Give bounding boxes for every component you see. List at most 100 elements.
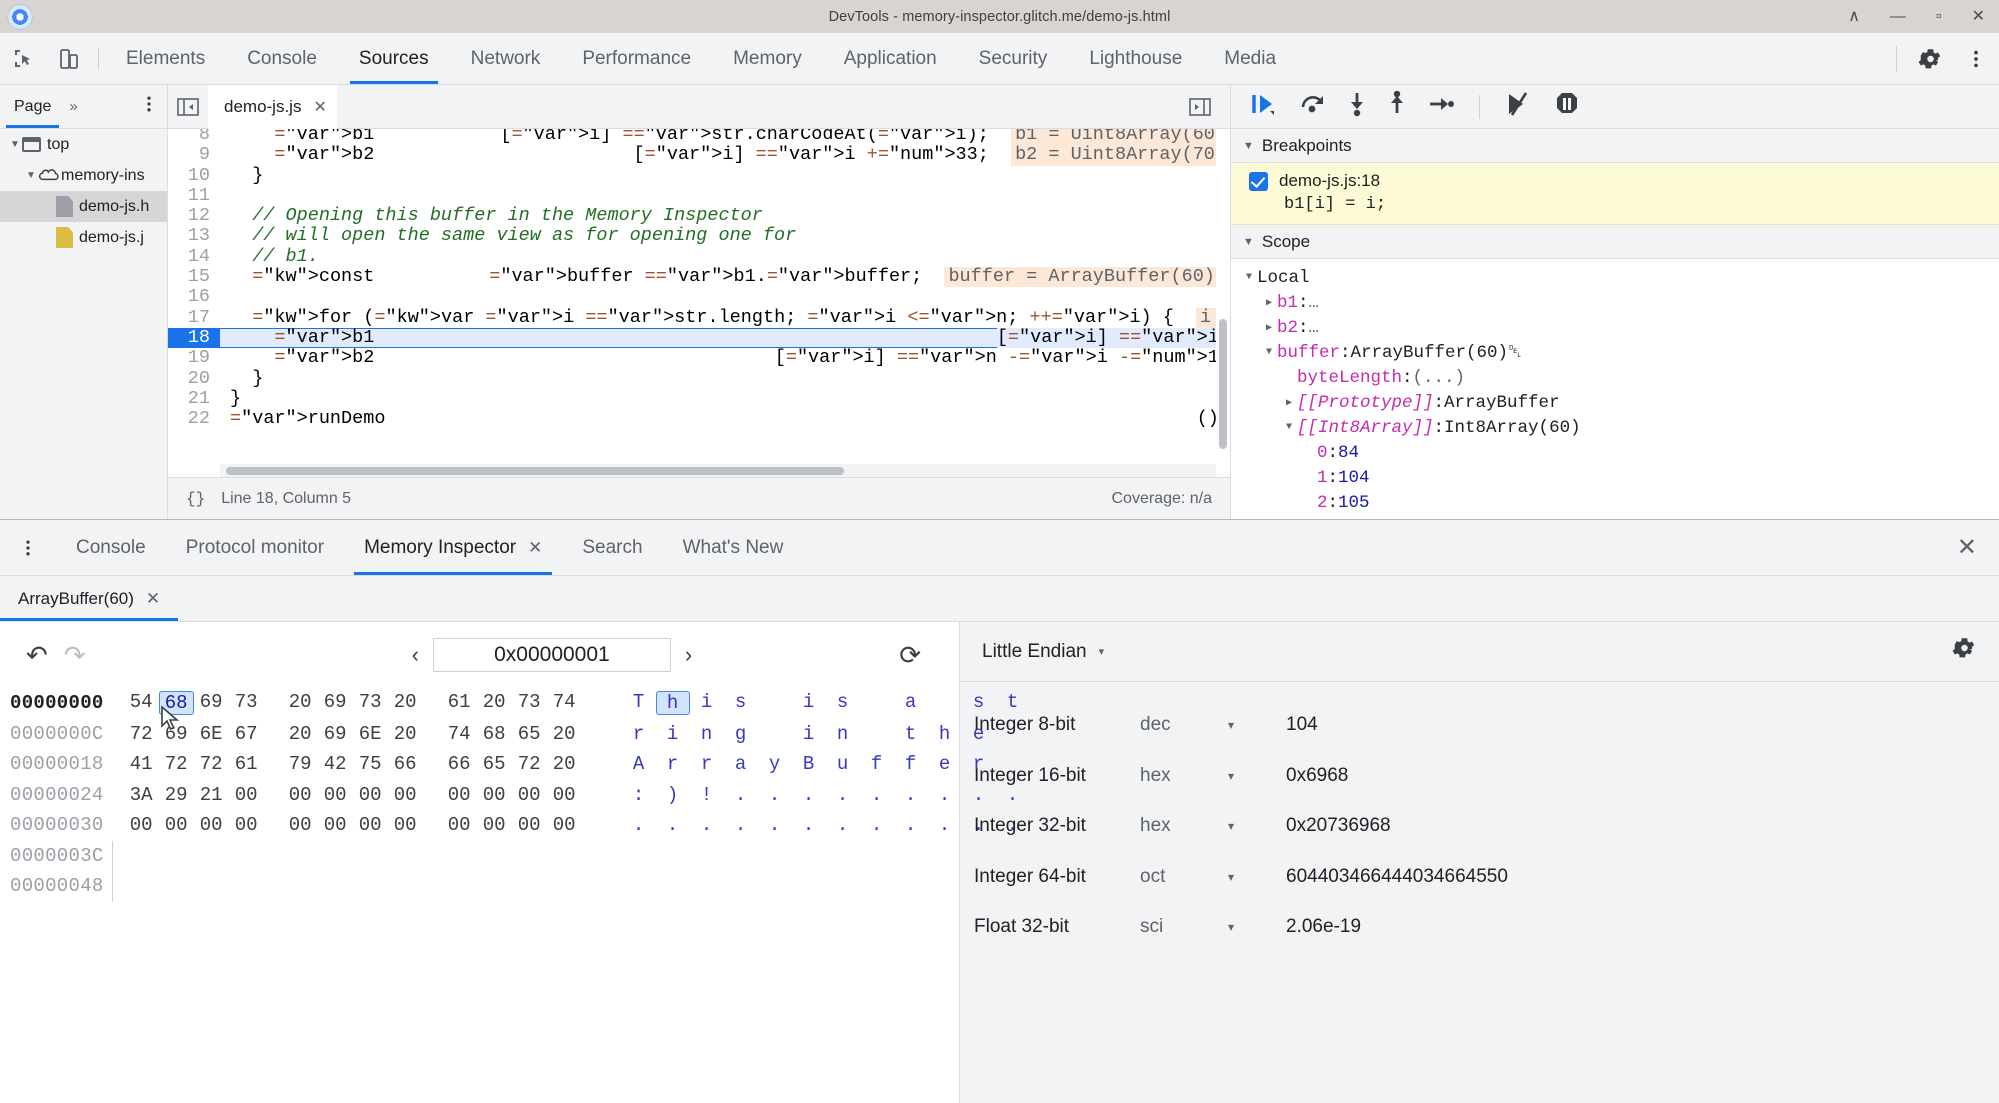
step-over-icon[interactable] bbox=[1299, 91, 1327, 122]
scope-row[interactable]: byteLength: (...) bbox=[1231, 365, 1999, 390]
drawer-tab-whats-new[interactable]: What's New bbox=[663, 521, 804, 575]
hex-byte[interactable]: 66 bbox=[442, 753, 477, 775]
ascii-char[interactable]: s bbox=[826, 691, 860, 715]
close-icon[interactable]: ✕ bbox=[528, 521, 542, 575]
hex-byte[interactable]: 00 bbox=[229, 814, 264, 836]
tree-item-memory-inspector[interactable]: ▼ memory-ins bbox=[0, 160, 167, 191]
ascii-char[interactable]: A bbox=[622, 753, 656, 775]
ascii-char[interactable]: . bbox=[656, 814, 690, 836]
ascii-char[interactable]: e bbox=[962, 723, 996, 745]
ascii-char[interactable]: . bbox=[792, 784, 826, 806]
maximize-button[interactable]: ▫ bbox=[1936, 8, 1942, 25]
value-mode-label[interactable]: hex bbox=[1140, 815, 1228, 837]
hex-byte[interactable]: 00 bbox=[318, 784, 353, 806]
drawer-menu-icon[interactable] bbox=[0, 537, 56, 559]
ascii-char[interactable]: : bbox=[622, 784, 656, 806]
ascii-char[interactable]: s bbox=[724, 691, 758, 715]
hex-byte[interactable]: 20 bbox=[283, 691, 318, 715]
hex-byte[interactable]: 20 bbox=[547, 753, 582, 775]
hex-byte[interactable]: 65 bbox=[512, 723, 547, 745]
endianness-selector[interactable]: Little Endian ▾ bbox=[982, 641, 1104, 663]
chevron-down-icon[interactable]: ▾ bbox=[1228, 718, 1286, 732]
line-source[interactable]: ="var">b1 bbox=[220, 129, 500, 145]
ascii-char[interactable]: h bbox=[655, 691, 690, 716]
hex-byte[interactable]: 00 bbox=[388, 814, 423, 836]
hex-byte[interactable]: 00 bbox=[442, 814, 477, 836]
more-options-icon[interactable] bbox=[1953, 48, 1999, 70]
hex-byte[interactable]: 6E bbox=[194, 723, 229, 745]
tab-lighthouse[interactable]: Lighthouse bbox=[1068, 33, 1203, 84]
scope-row[interactable]: ▶ [[Prototype]]: ArrayBuffer bbox=[1231, 390, 1999, 415]
ascii-char[interactable]: t bbox=[996, 691, 1030, 715]
tab-application[interactable]: Application bbox=[823, 33, 958, 84]
twisty-icon[interactable]: ▼ bbox=[24, 170, 38, 181]
step-into-icon[interactable] bbox=[1347, 91, 1367, 122]
pretty-print-icon[interactable]: {} bbox=[186, 490, 205, 508]
line-source[interactable]: ="var">b2 bbox=[220, 347, 775, 368]
ascii-char[interactable] bbox=[758, 723, 792, 745]
minimize-button[interactable]: — bbox=[1890, 8, 1906, 25]
scope-row[interactable]: 1: 104 bbox=[1231, 465, 1999, 490]
twisty-icon[interactable]: ▶ bbox=[1281, 397, 1297, 409]
ascii-char[interactable]: s bbox=[962, 691, 996, 715]
chevron-down-icon[interactable]: ▾ bbox=[1228, 769, 1286, 783]
ascii-char[interactable]: r bbox=[622, 723, 656, 745]
scope-row[interactable]: ▼ [[Int8Array]]: Int8Array(60) bbox=[1231, 415, 1999, 440]
hex-byte[interactable]: 72 bbox=[159, 753, 194, 775]
twisty-icon[interactable]: ▼ bbox=[1241, 272, 1257, 283]
twisty-icon[interactable]: ▼ bbox=[1243, 140, 1254, 152]
hex-byte[interactable]: 29 bbox=[159, 784, 194, 806]
tab-media[interactable]: Media bbox=[1203, 33, 1297, 84]
line-source[interactable]: ="kw">for bbox=[220, 307, 352, 328]
ascii-char[interactable] bbox=[996, 753, 1030, 775]
ascii-char[interactable]: . bbox=[928, 784, 962, 806]
hex-byte[interactable]: 69 bbox=[318, 723, 353, 745]
ascii-char[interactable]: e bbox=[928, 753, 962, 775]
line-source[interactable]: // b1. bbox=[220, 246, 1230, 267]
line-number[interactable]: 21 bbox=[168, 388, 220, 409]
ascii-char[interactable]: B bbox=[792, 753, 826, 775]
memory-icon[interactable]: ␡ bbox=[1508, 342, 1522, 363]
breakpoints-section-header[interactable]: ▼ Breakpoints bbox=[1231, 129, 1999, 163]
hex-byte[interactable]: 00 bbox=[477, 814, 512, 836]
line-source[interactable]: ="kw">const bbox=[220, 266, 489, 287]
code-line[interactable]: 16 bbox=[168, 287, 1230, 308]
hex-byte[interactable]: 00 bbox=[283, 784, 318, 806]
hex-byte[interactable]: 6E bbox=[353, 723, 388, 745]
hex-byte[interactable]: 00 bbox=[124, 814, 159, 836]
code-line[interactable]: 18 ="var">b1[= "var">i] = = "var">i; bbox=[168, 327, 1230, 349]
code-line[interactable]: 22 ="var">runDemo (); bbox=[168, 408, 1230, 429]
line-number[interactable]: 18 bbox=[168, 327, 220, 349]
tree-item-top[interactable]: ▼ top bbox=[0, 129, 167, 160]
line-number[interactable]: 11 bbox=[168, 185, 220, 206]
tree-item-demo-js-html[interactable]: demo-js.h bbox=[0, 191, 167, 222]
hex-byte[interactable]: 00 bbox=[353, 784, 388, 806]
line-number[interactable]: 10 bbox=[168, 165, 220, 186]
tab-memory[interactable]: Memory bbox=[712, 33, 823, 84]
hex-byte[interactable]: 61 bbox=[442, 691, 477, 715]
scope-section-header[interactable]: ▼ Scope bbox=[1231, 225, 1999, 259]
scope-row[interactable]: ▶ b2: … bbox=[1231, 315, 1999, 340]
ascii-char[interactable] bbox=[758, 691, 792, 715]
tab-sources[interactable]: Sources bbox=[338, 33, 450, 84]
hex-byte[interactable]: 20 bbox=[388, 723, 423, 745]
step-out-icon[interactable] bbox=[1387, 90, 1407, 122]
ascii-char[interactable]: h bbox=[928, 723, 962, 745]
ascii-char[interactable]: i bbox=[792, 723, 826, 745]
chevron-down-icon[interactable]: ▾ bbox=[1228, 920, 1286, 934]
breakpoint-checkbox[interactable] bbox=[1249, 171, 1268, 191]
previous-page-button[interactable]: ‹ bbox=[412, 642, 419, 668]
line-number[interactable]: 12 bbox=[168, 205, 220, 226]
ascii-char[interactable]: a bbox=[894, 691, 928, 715]
ascii-char[interactable]: i bbox=[690, 691, 724, 715]
line-source[interactable] bbox=[220, 287, 1230, 307]
code-line[interactable]: 17 ="kw">for (= "kw">var = "var">i = = "var… bbox=[168, 307, 1230, 328]
line-number[interactable]: 22 bbox=[168, 408, 220, 429]
redo-icon[interactable]: ↷ bbox=[56, 640, 94, 671]
ascii-char[interactable]: . bbox=[928, 814, 962, 836]
line-number[interactable]: 8 bbox=[168, 129, 220, 145]
code-editor[interactable]: 8 ="var">b1[= "var">i] = = "var">str.charC… bbox=[168, 129, 1230, 477]
scope-tree[interactable]: ▼ Local ▶ b1: … ▶ b2: … ▼ buffer: ArrayBuffer(6… bbox=[1231, 259, 1999, 519]
code-line[interactable]: 13 // will open the same view as for ope… bbox=[168, 226, 1230, 247]
tab-elements[interactable]: Elements bbox=[105, 33, 226, 84]
